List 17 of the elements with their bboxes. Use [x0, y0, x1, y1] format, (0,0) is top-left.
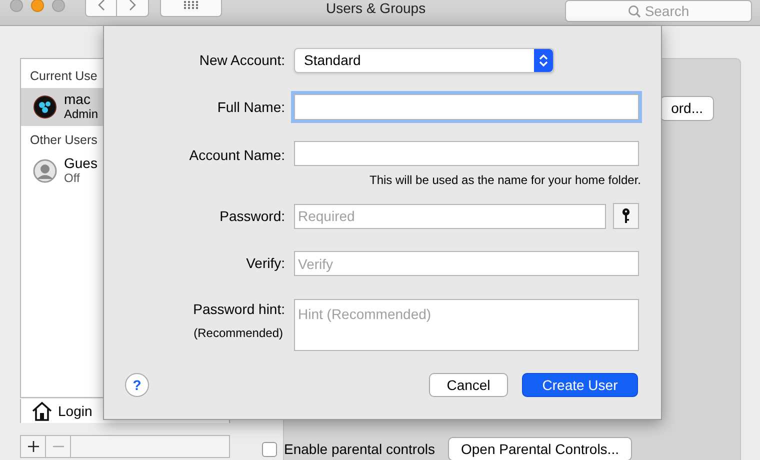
field-sublabel: (Recommended)	[194, 325, 283, 342]
field-label: New Account:	[199, 51, 285, 70]
field-label: Password:	[220, 206, 285, 226]
field-label: Password hint:	[193, 300, 285, 319]
field-label: Verify:	[246, 254, 285, 273]
field-note: This will be used as the name for your home folder.	[370, 172, 641, 189]
user-role: Off	[64, 171, 81, 186]
section-header: Other Users	[29, 132, 98, 149]
user-role: Admin	[64, 107, 98, 122]
parental-controls-label: Enable parental controls	[284, 440, 435, 459]
user-name: mac	[64, 92, 92, 107]
section-header: Current Use	[29, 68, 98, 85]
user-name: Gues	[64, 156, 98, 171]
field-label: Account Name:	[189, 146, 285, 165]
field-label: Full Name:	[217, 98, 285, 116]
window-title: Users & Groups	[326, 0, 426, 18]
login-options-label: Login	[58, 402, 92, 421]
